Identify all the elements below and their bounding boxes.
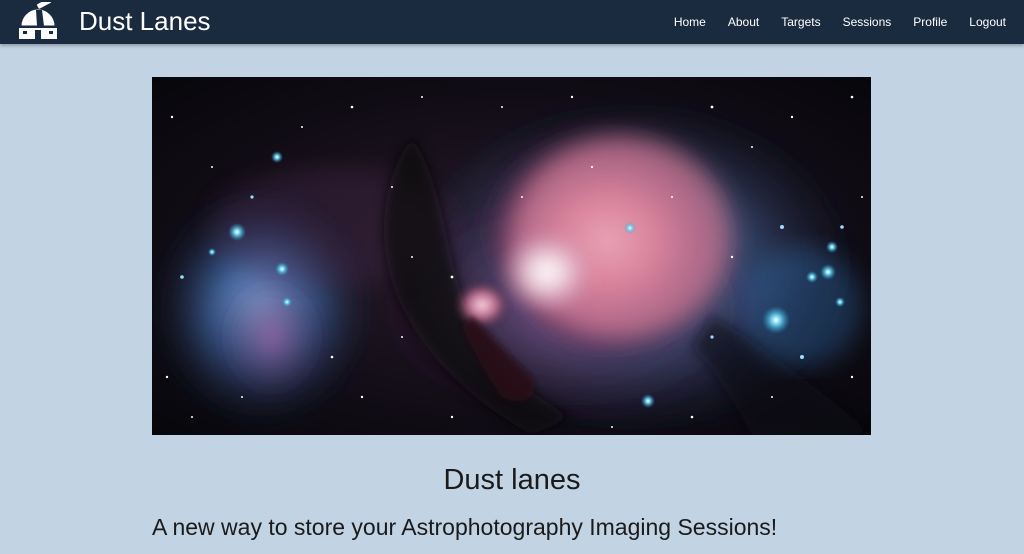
- page-heading: Dust lanes: [443, 464, 581, 496]
- nav-links: Home About Targets Sessions Profile Logo…: [663, 0, 1024, 44]
- hero-nebula-image: [152, 77, 871, 435]
- observatory-dome-icon[interactable]: [17, 2, 59, 40]
- nav-profile[interactable]: Profile: [902, 2, 958, 42]
- tagline: A new way to store your Astrophotography…: [152, 514, 778, 540]
- orion-nebula-image: [152, 77, 871, 435]
- brand-title[interactable]: Dust Lanes: [79, 5, 211, 37]
- nav-about[interactable]: About: [717, 2, 770, 42]
- nav-targets[interactable]: Targets: [770, 2, 831, 42]
- top-navbar: Dust Lanes Home About Targets Sessions P…: [0, 0, 1024, 44]
- nav-home[interactable]: Home: [663, 2, 717, 42]
- nav-logout[interactable]: Logout: [958, 2, 1024, 42]
- nav-sessions[interactable]: Sessions: [832, 2, 903, 42]
